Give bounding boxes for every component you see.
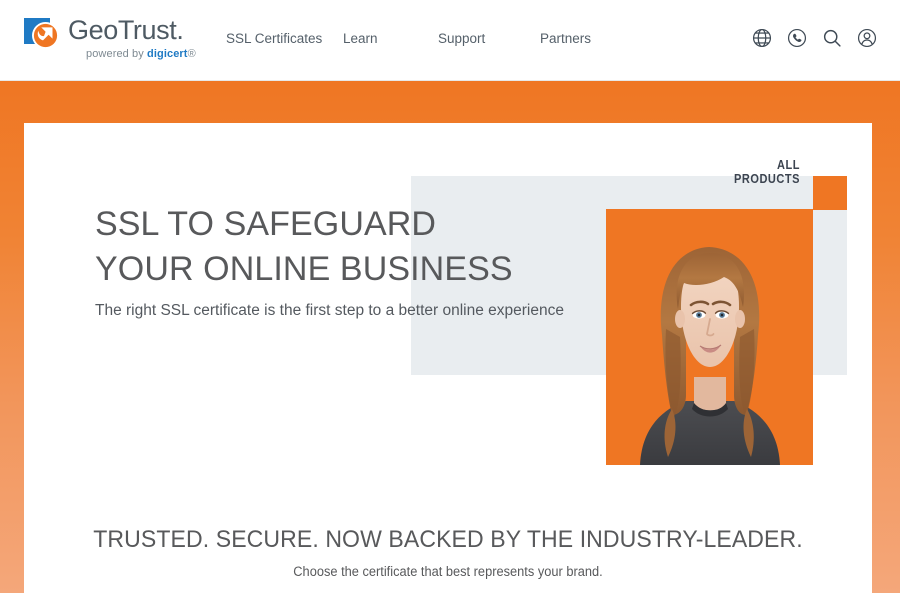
phone-icon[interactable] — [786, 27, 808, 49]
hero-heading-line-1: SSL TO SAFEGUARD — [95, 205, 437, 243]
site-header: GeoTrust. powered by digicert® SSL Certi… — [0, 0, 900, 81]
header-icon-group — [751, 27, 878, 49]
geotrust-logo[interactable]: GeoTrust. powered by digicert® — [24, 15, 196, 64]
nav-partners[interactable]: Partners — [540, 31, 620, 46]
geotrust-wordmark: GeoTrust. — [68, 15, 184, 45]
nav-ssl-certificates[interactable]: SSL Certificates — [226, 31, 343, 46]
hero-orange-accent-square — [813, 176, 847, 210]
main-navigation: SSL Certificates Learn Support Partners — [226, 31, 620, 46]
globe-icon[interactable] — [751, 27, 773, 49]
nav-support[interactable]: Support — [438, 31, 540, 46]
search-icon[interactable] — [821, 27, 843, 49]
page-root: ALL PRODUCTS SSL TO SAFEGUARD YOUR ONLIN… — [0, 0, 900, 593]
section-title: TRUSTED. SECURE. NOW BACKED BY THE INDUS… — [93, 526, 803, 553]
all-products-link[interactable]: ALL PRODUCTS — [712, 158, 800, 186]
hero-subtext: The right SSL certificate is the first s… — [95, 302, 564, 319]
section-subtitle: Choose the certificate that best represe… — [293, 564, 603, 579]
geotrust-logo-mark — [24, 18, 59, 49]
hero-heading: SSL TO SAFEGUARD YOUR ONLINE BUSINESS — [95, 202, 655, 292]
user-account-icon[interactable] — [856, 27, 878, 49]
geotrust-tagline: powered by digicert® — [86, 48, 196, 60]
hero-heading-line-2: YOUR ONLINE BUSINESS — [95, 250, 513, 288]
header-bottom-rule — [0, 80, 900, 81]
nav-learn[interactable]: Learn — [343, 31, 438, 46]
